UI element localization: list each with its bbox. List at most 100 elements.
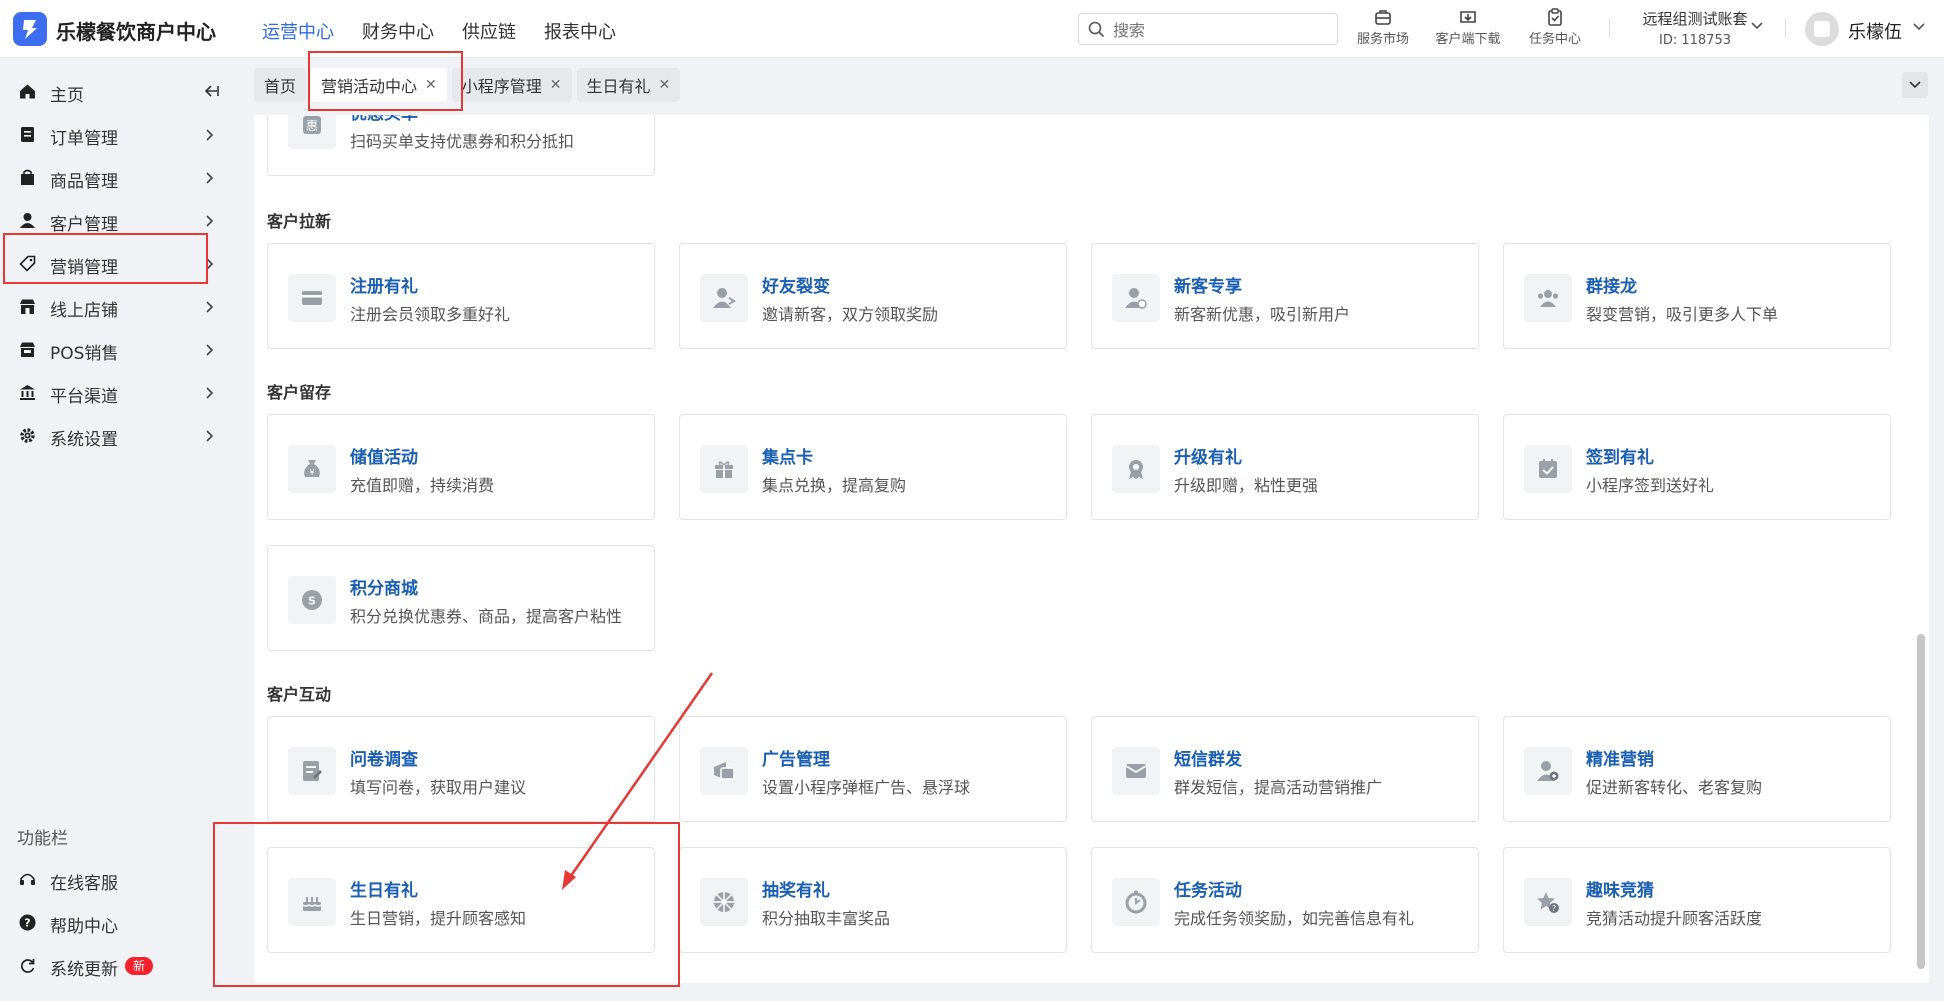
sidebar-item-label: 系统更新	[50, 960, 118, 980]
account-switcher[interactable]: 远程组测试账套 ID: 118753	[1620, 8, 1770, 48]
sidebar-section-title: 功能栏	[17, 829, 68, 849]
nav-finance-center[interactable]: 财务中心	[362, 18, 434, 44]
nav-supply-chain[interactable]: 供应链	[462, 18, 516, 44]
chevron-right-icon	[206, 258, 214, 270]
card-description: 新客新优惠，吸引新用户	[1174, 305, 1351, 324]
card-upgrade-gift[interactable]: 升级有礼 升级即赠，粘性更强	[1091, 414, 1479, 520]
svg-text:惠: 惠	[306, 119, 318, 133]
tab-mini-program[interactable]: 小程序管理 ✕	[451, 68, 572, 102]
card-stored-value[interactable]: ¥ 储值活动 充值即赠，持续消费	[267, 414, 655, 520]
tab-home[interactable]: 首页	[254, 68, 307, 102]
user-name[interactable]: 乐檬伍	[1848, 18, 1902, 44]
star-quiz-icon: ?	[1524, 878, 1572, 926]
card-title: 生日有礼	[350, 881, 418, 901]
sidebar-item-goods[interactable]: 商品管理	[0, 156, 230, 199]
chevron-right-icon	[206, 172, 214, 184]
tab-label: 营销活动中心	[321, 77, 418, 96]
nav-report-center[interactable]: 报表中心	[544, 18, 616, 44]
order-icon	[21, 127, 34, 142]
money-bag-icon: ¥	[288, 445, 336, 493]
task-center-label: 任务中心	[1528, 32, 1581, 47]
timer-icon	[1112, 878, 1160, 926]
sidebar-item-system-update[interactable]: 系统更新 新	[0, 944, 230, 987]
close-icon[interactable]: ✕	[550, 77, 562, 93]
card-ad-management[interactable]: 广告管理 设置小程序弹框广告、悬浮球	[679, 716, 1067, 822]
svg-text:?: ?	[1552, 904, 1556, 913]
ad-icon	[700, 747, 748, 795]
card-task-activity[interactable]: 任务活动 完成任务领奖励，如完善信息有礼	[1091, 847, 1479, 953]
card-group-chain[interactable]: 群接龙 裂变营销，吸引更多人下单	[1503, 243, 1891, 349]
sidebar-item-online-service[interactable]: 在线客服	[0, 858, 230, 901]
gear-icon	[20, 428, 35, 443]
card-description: 升级即赠，粘性更强	[1174, 476, 1319, 495]
user-icon	[20, 213, 35, 228]
service-market-button[interactable]: 服务市场	[1345, 8, 1421, 47]
sidebar-item-label: 客户管理	[50, 215, 118, 235]
sidebar-item-online-store[interactable]: 线上店铺	[0, 285, 230, 328]
sidebar-item-customers[interactable]: 客户管理	[0, 199, 230, 242]
card-description: 裂变营销，吸引更多人下单	[1586, 305, 1779, 324]
client-download-label: 客户端下载	[1435, 32, 1501, 47]
person-share-icon	[700, 274, 748, 322]
card-title: 问卷调查	[350, 750, 418, 770]
app-logo[interactable]	[13, 12, 47, 46]
card-new-customer[interactable]: 新客专享 新客新优惠，吸引新用户	[1091, 243, 1479, 349]
chevron-down-icon[interactable]	[1912, 20, 1926, 34]
card-fun-quiz[interactable]: ? 趣味竞猜 竞猜活动提升顾客活跃度	[1503, 847, 1891, 953]
card-lottery-gift[interactable]: 抽奖有礼 积分抽取丰富奖品	[679, 847, 1067, 953]
close-icon[interactable]: ✕	[659, 77, 671, 93]
sidebar-item-help-center[interactable]: ? 帮助中心	[0, 901, 230, 944]
shop-icon	[20, 299, 35, 314]
card-description: 充值即赠，持续消费	[350, 476, 495, 495]
card-quick-pay[interactable]: 惠 优惠买单 扫码买单支持优惠券和积分抵扣	[267, 115, 655, 176]
search-box	[1078, 13, 1338, 45]
avatar[interactable]	[1805, 12, 1839, 46]
close-icon[interactable]: ✕	[425, 77, 437, 93]
group-icon	[1524, 274, 1572, 322]
card-precision-marketing[interactable]: 精准营销 促进新客转化、老客复购	[1503, 716, 1891, 822]
calendar-check-icon	[1524, 445, 1572, 493]
card-stamp-card[interactable]: 集点卡 集点兑换，提高复购	[679, 414, 1067, 520]
client-download-button[interactable]: 客户端下载	[1430, 8, 1506, 47]
card-description: 完成任务领奖励，如完善信息有礼	[1174, 909, 1415, 928]
card-description: 群发短信，提高活动营销推广	[1174, 778, 1383, 797]
sidebar-item-orders[interactable]: 订单管理	[0, 113, 230, 156]
card-survey[interactable]: 问卷调查 填写问卷，获取用户建议	[267, 716, 655, 822]
card-title: 积分商城	[350, 579, 418, 599]
sidebar-item-system-settings[interactable]: 系统设置	[0, 414, 230, 457]
sidebar-item-marketing[interactable]: 营销管理	[0, 242, 230, 285]
section-title: 客户拉新	[267, 212, 332, 231]
tab-menu-button[interactable]	[1902, 72, 1928, 98]
chevron-down-icon	[1909, 81, 1921, 89]
cake-icon	[288, 878, 336, 926]
new-badge: 新	[125, 957, 154, 975]
chevron-right-icon	[206, 129, 214, 141]
sidebar-item-label: 系统设置	[50, 430, 118, 450]
pos-icon	[20, 342, 35, 357]
search-input[interactable]	[1111, 18, 1330, 42]
collapse-sidebar-icon[interactable]	[202, 83, 220, 99]
card-points-mall[interactable]: S 积分商城 积分兑换优惠券、商品，提高客户粘性	[267, 545, 655, 651]
card-sms-broadcast[interactable]: 短信群发 群发短信，提高活动营销推广	[1091, 716, 1479, 822]
sidebar-item-home[interactable]: 主页	[0, 70, 230, 113]
task-center-button[interactable]: 任务中心	[1517, 8, 1593, 47]
card-check-in[interactable]: 签到有礼 小程序签到送好礼	[1503, 414, 1891, 520]
tab-birthday-gift[interactable]: 生日有礼 ✕	[576, 68, 681, 102]
svg-text:?: ?	[24, 917, 30, 930]
tab-marketing-center[interactable]: 营销活动中心 ✕	[311, 68, 447, 102]
nav-operation-center[interactable]: 运营中心	[262, 18, 334, 44]
card-description: 促进新客转化、老客复购	[1586, 778, 1763, 797]
card-description: 竞猜活动提升顾客活跃度	[1586, 909, 1763, 928]
card-description: 积分兑换优惠券、商品，提高客户粘性	[350, 607, 623, 626]
scrollbar-thumb[interactable]	[1917, 634, 1925, 969]
chevron-down-icon[interactable]	[1750, 19, 1764, 33]
chevron-right-icon	[206, 430, 214, 442]
card-register-gift[interactable]: 注册有礼 注册会员领取多重好礼	[267, 243, 655, 349]
divider	[1785, 18, 1786, 38]
sidebar-item-pos-sales[interactable]: POS销售	[0, 328, 230, 371]
target-user-icon	[1524, 747, 1572, 795]
card-friend-fission[interactable]: 好友裂变 邀请新客，双方领取奖励	[679, 243, 1067, 349]
chevron-right-icon	[206, 344, 214, 356]
card-birthday-gift[interactable]: 生日有礼 生日营销，提升顾客感知	[267, 847, 655, 953]
sidebar-item-platform-channel[interactable]: 平台渠道	[0, 371, 230, 414]
